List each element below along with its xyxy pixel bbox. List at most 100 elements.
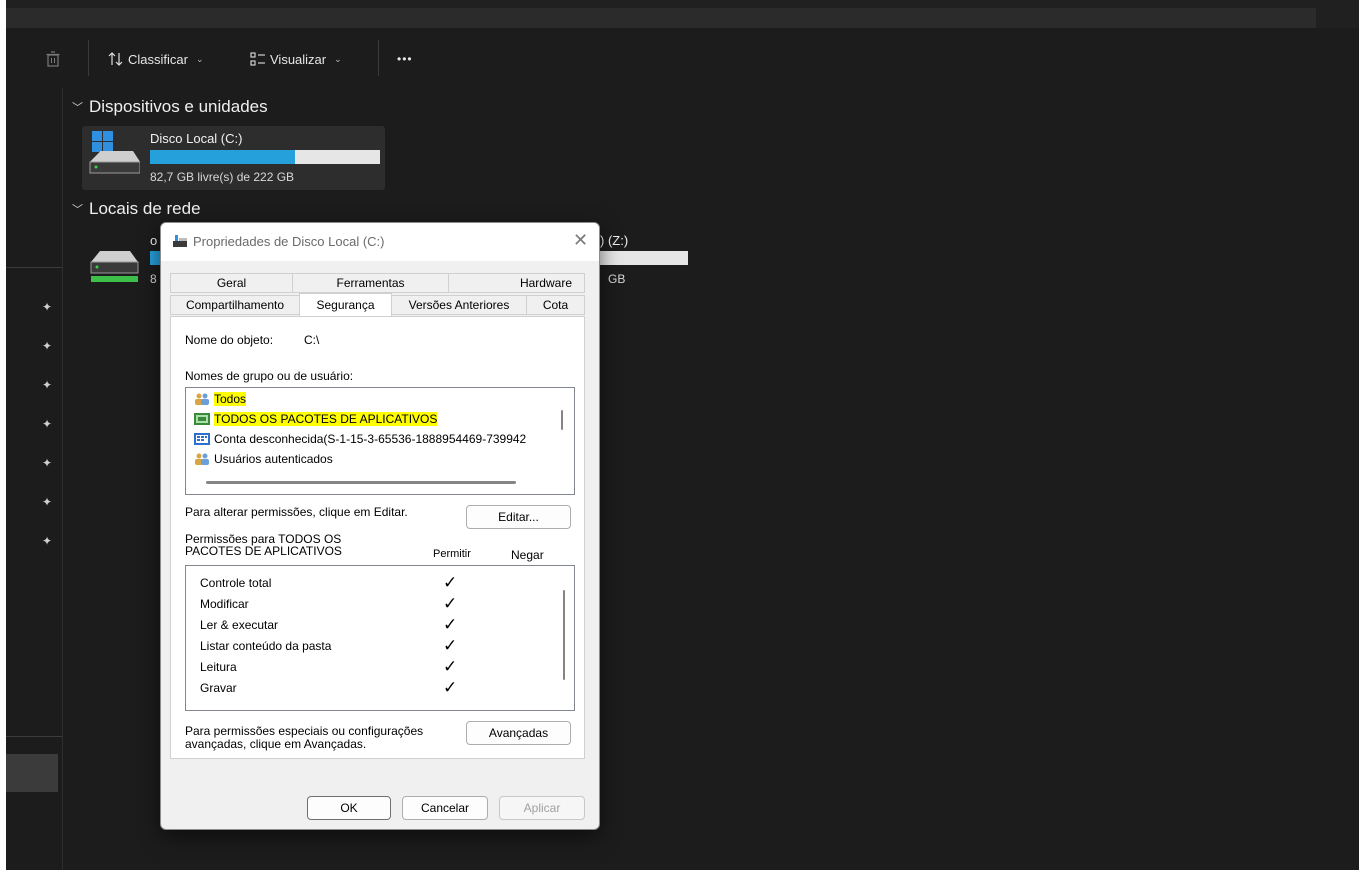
horizontal-scrollbar[interactable]: [206, 481, 516, 484]
group-name: Conta desconhecida(S-1-15-3-65536-188895…: [214, 432, 527, 446]
network-drive-name-prefix: o: [150, 233, 158, 248]
trash-icon: [46, 51, 60, 67]
tab-strip-bar: [6, 8, 1316, 28]
pin-icon[interactable]: ✦: [42, 534, 56, 548]
permissions-for-line2: PACOTES DE APLICATIVOS: [185, 544, 342, 558]
close-icon[interactable]: ✕: [573, 230, 588, 251]
permissions-list[interactable]: Controle total ✓ Modificar ✓ Ler & execu…: [185, 565, 575, 711]
tab-seguranca[interactable]: Segurança: [299, 293, 392, 316]
permission-row: Ler & executar ✓: [200, 615, 570, 635]
sort-icon: [108, 52, 123, 66]
view-button[interactable]: Visualizar ⌄: [250, 48, 342, 70]
drive-free-space: 82,7 GB livre(s) de 222 GB: [150, 170, 295, 184]
object-name-value: C:\: [304, 333, 320, 347]
chevron-down-icon: ﹀: [72, 204, 83, 216]
tab-compartilhamento[interactable]: Compartilhamento: [170, 295, 300, 315]
permission-name: Leitura: [200, 660, 237, 674]
vertical-scrollbar[interactable]: [563, 590, 565, 680]
group-name: TODOS OS PACOTES DE APLICATIVOS: [214, 412, 438, 426]
tab-ferramentas[interactable]: Ferramentas: [292, 273, 449, 293]
list-item[interactable]: Usuários autenticados: [194, 450, 333, 468]
list-item[interactable]: Conta desconhecida(S-1-15-3-65536-188895…: [194, 430, 526, 448]
advanced-text-line2: avançadas, clique em Avançadas.: [185, 737, 367, 751]
app-package-icon: [194, 413, 210, 425]
list-item[interactable]: Todos: [194, 390, 247, 408]
toolbar-separator: [88, 40, 89, 76]
chevron-down-icon: ⌄: [334, 53, 342, 64]
groups-listbox[interactable]: Todos TODOS OS PACOTES DE APLICATIVOS Co…: [185, 387, 575, 495]
section-network[interactable]: ﹀ Locais de rede: [72, 199, 201, 219]
section-devices-title: Dispositivos e unidades: [89, 97, 268, 116]
groups-label: Nomes de grupo ou de usuário:: [185, 369, 354, 383]
delete-button[interactable]: [46, 48, 60, 70]
object-name-label: Nome do objeto:: [185, 333, 274, 347]
unknown-account-icon: [194, 433, 210, 445]
tab-cota[interactable]: Cota: [526, 295, 585, 315]
allow-check-icon: ✓: [443, 636, 458, 655]
allow-check-icon: ✓: [443, 573, 458, 592]
sidebar-divider: [6, 267, 62, 268]
more-options-button[interactable]: •••: [397, 48, 413, 70]
sort-label: Classificar: [128, 51, 188, 67]
drive-c-tile[interactable]: Disco Local (C:) 82,7 GB livre(s) de 222…: [82, 126, 385, 190]
deny-header: Negar: [511, 548, 544, 562]
pin-icon[interactable]: ✦: [42, 456, 56, 470]
edit-button[interactable]: Editar...: [466, 505, 571, 529]
sidebar-divider: [6, 736, 62, 737]
pin-icon[interactable]: ✦: [42, 339, 56, 353]
permission-name: Modificar: [200, 597, 249, 611]
allow-check-icon: ✓: [443, 678, 458, 697]
pin-icon[interactable]: ✦: [42, 417, 56, 431]
group-name: Usuários autenticados: [214, 452, 333, 466]
permission-name: Ler & executar: [200, 618, 279, 632]
tab-strip: [6, 0, 1359, 28]
allow-header: Permitir: [433, 548, 471, 560]
local-disk-icon: [89, 131, 140, 174]
pin-icon[interactable]: ✦: [42, 495, 56, 509]
network-drive-free-prefix: 8: [150, 272, 157, 286]
view-icon: [250, 52, 265, 66]
network-drive-free-suffix: GB: [608, 272, 626, 286]
tab-geral[interactable]: Geral: [170, 273, 293, 293]
pin-icon[interactable]: ✦: [42, 378, 56, 392]
drive-icon: [173, 235, 187, 247]
command-bar: Classificar ⌄ Visualizar ⌄ •••: [6, 28, 1359, 88]
permission-row: Modificar ✓: [200, 594, 570, 614]
allow-check-icon: ✓: [443, 594, 458, 613]
dialog-title-bar[interactable]: Propriedades de Disco Local (C:) ✕: [161, 223, 599, 261]
permission-name: Gravar: [200, 681, 237, 695]
group-name: Todos: [214, 392, 247, 406]
tab-versoes-anteriores[interactable]: Versões Anteriores: [391, 295, 527, 315]
cancel-button[interactable]: Cancelar: [402, 796, 488, 820]
permission-name: Listar conteúdo da pasta: [200, 639, 332, 653]
permission-row: Leitura ✓: [200, 657, 570, 677]
drive-usage-fill: [150, 150, 295, 164]
view-label: Visualizar: [270, 51, 327, 67]
allow-check-icon: ✓: [443, 657, 458, 676]
navigation-pane: ✦ ✦ ✦ ✦ ✦ ✦ ✦: [6, 88, 64, 870]
allow-check-icon: ✓: [443, 615, 458, 634]
drive-name: Disco Local (C:): [150, 131, 243, 146]
users-icon: [195, 393, 209, 405]
sidebar-item-selected[interactable]: [6, 754, 58, 792]
permission-row: Controle total ✓: [200, 573, 570, 593]
list-item[interactable]: TODOS OS PACOTES DE APLICATIVOS: [194, 410, 438, 428]
section-network-title: Locais de rede: [89, 199, 201, 218]
sort-button[interactable]: Classificar ⌄: [108, 48, 204, 70]
permission-name: Controle total: [200, 576, 272, 590]
advanced-button[interactable]: Avançadas: [466, 721, 571, 745]
properties-dialog: Propriedades de Disco Local (C:) ✕ Geral…: [160, 222, 600, 830]
apply-button[interactable]: Aplicar: [499, 796, 585, 820]
network-drive-icon: [90, 251, 139, 282]
change-permissions-text: Para alterar permissões, clique em Edita…: [185, 505, 408, 519]
pane-divider: [62, 88, 63, 870]
advanced-text-line1: Para permissões especiais ou configuraçõ…: [185, 724, 424, 738]
toolbar-separator: [378, 40, 379, 76]
pin-icon[interactable]: ✦: [42, 300, 56, 314]
ok-button[interactable]: OK: [307, 796, 391, 820]
vertical-scrollbar[interactable]: [561, 410, 563, 430]
tab-hardware[interactable]: Hardware: [448, 273, 585, 293]
section-devices[interactable]: ﹀ Dispositivos e unidades: [72, 97, 268, 117]
chevron-down-icon: ﹀: [72, 102, 83, 114]
dialog-title: Propriedades de Disco Local (C:): [193, 234, 385, 249]
